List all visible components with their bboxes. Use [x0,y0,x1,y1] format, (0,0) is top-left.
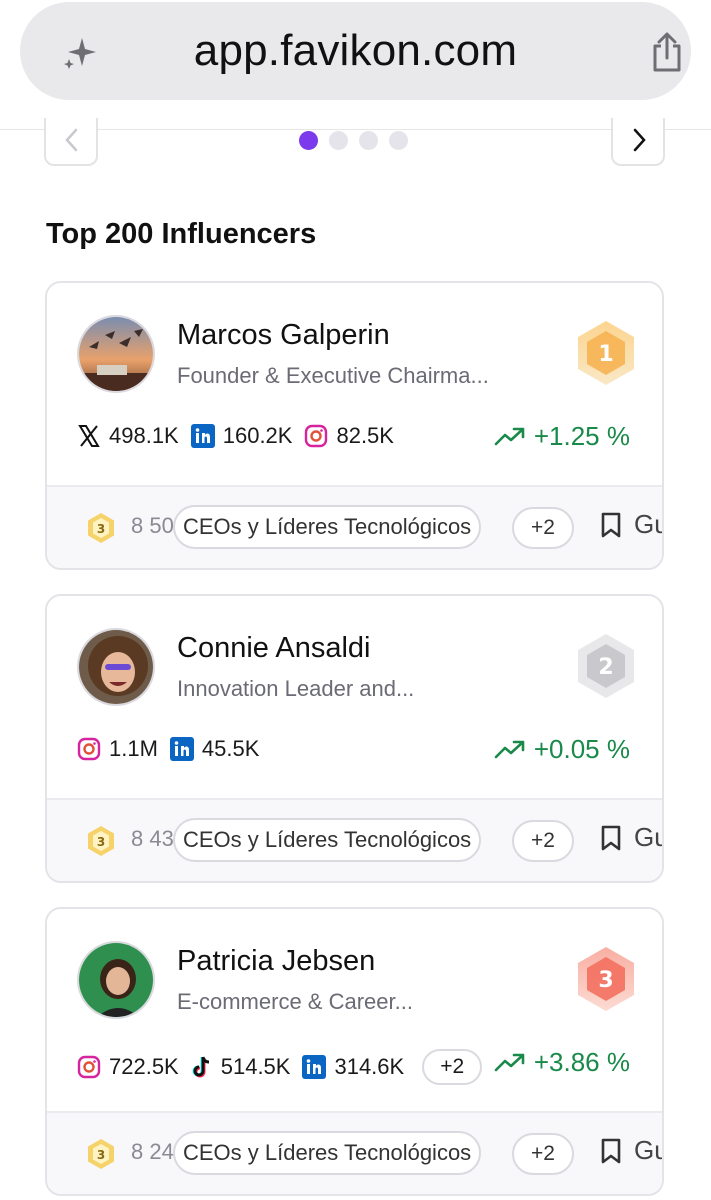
influencer-card[interactable]: Marcos Galperin Founder & Executive Chai… [45,281,664,570]
avatar[interactable] [77,315,155,393]
stat-linkedin: 160.2K [190,423,293,449]
influencer-role: Innovation Leader and... [177,676,415,701]
avatar[interactable] [77,628,155,706]
carousel-dot-1[interactable] [299,131,318,150]
stat-instagram: 1.1M [77,736,158,762]
bookmark-icon [601,512,621,537]
stat-instagram: 722.5K [77,1054,179,1080]
stat-value: 314.6K [334,1054,405,1079]
social-stats: 722.5K 514.5K 314.6K +2 [77,1049,483,1085]
browser-toolbar: app.favikon.com [0,0,711,130]
x-icon [78,425,100,447]
carousel-dots [299,131,408,150]
address-bar[interactable]: app.favikon.com [20,2,691,100]
save-button[interactable]: Guard [600,1135,662,1166]
category-pill[interactable]: CEOs y Líderes Tecnológicos [173,818,482,862]
share-icon[interactable] [648,32,686,74]
social-stats: 1.1M 45.5K [77,736,263,762]
stat-value: 722.5K [109,1054,179,1079]
stat-x: 498.1K [77,423,179,449]
more-categories-button[interactable]: +2 [512,1133,574,1175]
trending-up-icon [494,1053,525,1071]
growth-value: +1.25 % [533,421,630,451]
carousel-dot-3[interactable] [359,131,378,150]
score: 8 43 [131,826,174,851]
save-label: Guard [634,1135,662,1165]
linkedin-icon [169,737,194,761]
save-button[interactable]: Guard [600,509,662,540]
avatar[interactable] [77,941,155,1019]
instagram-icon [305,424,328,448]
stat-value: 1.1M [109,736,158,761]
growth-value: +3.86 % [533,1047,630,1077]
chevron-right-icon [633,128,646,152]
stat-tiktok: 514.5K [191,1054,291,1080]
linkedin-icon [190,424,215,448]
more-categories-button[interactable]: +2 [512,820,574,862]
trending-up-icon [494,740,525,758]
stat-instagram: 82.5K [304,423,394,449]
level-badge-icon: 3 [88,826,114,856]
more-categories-button[interactable]: +2 [512,507,574,549]
influencer-card[interactable]: Patricia Jebsen E-commerce & Career... 3… [45,907,664,1196]
category-pill[interactable]: CEOs y Líderes Tecnológicos [173,1131,482,1175]
carousel-next-button[interactable] [611,118,665,166]
influencer-name[interactable]: Marcos Galperin [177,319,390,352]
stat-linkedin: 314.6K [302,1054,404,1080]
growth-indicator: +0.05 % [494,734,630,765]
influencer-role: Founder & Executive Chairma... [177,363,489,388]
growth-value: +0.05 % [533,734,630,764]
tiktok-icon [192,1056,209,1078]
stat-linkedin: 45.5K [169,736,260,762]
category-pill[interactable]: CEOs y Líderes Tecnológicos [173,505,482,549]
stat-value: 82.5K [336,423,394,448]
level-badge-icon: 3 [88,513,114,543]
stat-value: 514.5K [220,1054,291,1079]
save-label: Guard [634,822,662,852]
stat-value: 498.1K [109,423,179,448]
carousel-dot-4[interactable] [389,131,408,150]
save-button[interactable]: Guard [600,822,662,853]
growth-indicator: +1.25 % [494,421,630,452]
linkedin-icon [302,1055,327,1079]
instagram-icon [77,737,101,761]
save-label: Guard [634,509,662,539]
carousel-dot-2[interactable] [329,131,348,150]
influencer-name[interactable]: Connie Ansaldi [177,632,370,665]
section-title: Top 200 Influencers [46,218,317,250]
score: 8 24 [131,1139,174,1164]
rank-number: 1 [598,342,613,367]
instagram-icon [77,1055,101,1079]
influencer-role: E-commerce & Career... [177,989,413,1014]
chevron-left-icon [65,128,78,152]
growth-indicator: +3.86 % [494,1047,630,1078]
bookmark-icon [601,1138,621,1163]
rank-number: 2 [598,655,613,680]
stat-value: 160.2K [222,423,293,448]
rank-badge-icon: 1 [578,321,634,385]
svg-text:3: 3 [97,1148,105,1162]
stat-value: 45.5K [201,736,260,761]
rank-number: 3 [598,968,613,993]
url-text: app.favikon.com [193,26,518,75]
score: 8 50 [131,513,174,538]
rank-badge-icon: 3 [578,947,634,1011]
trending-up-icon [494,427,525,445]
carousel-prev-button[interactable] [44,118,98,166]
influencer-name[interactable]: Patricia Jebsen [177,945,375,978]
influencer-card[interactable]: Connie Ansaldi Innovation Leader and... … [45,594,664,883]
level-badge-icon: 3 [88,1139,114,1169]
svg-text:3: 3 [97,835,105,849]
more-networks-button[interactable]: +2 [422,1049,483,1085]
svg-text:3: 3 [97,522,105,536]
rank-badge-icon: 2 [578,634,634,698]
social-stats: 498.1K 160.2K 82.5K [77,423,398,449]
bookmark-icon [601,825,621,850]
